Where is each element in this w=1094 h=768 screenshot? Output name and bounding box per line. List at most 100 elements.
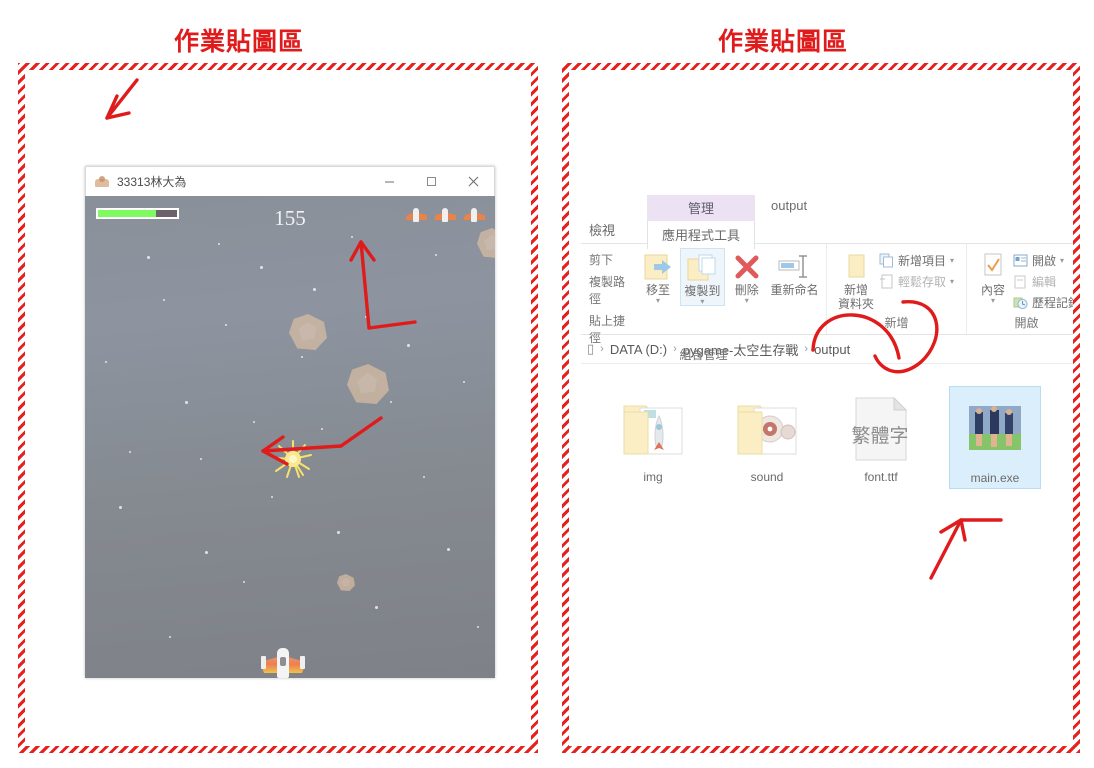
chevron-down-icon[interactable]: ▾ bbox=[950, 277, 954, 285]
life-ship-icon bbox=[434, 208, 456, 222]
star bbox=[205, 551, 208, 554]
copy-to-button[interactable]: 複製到 ▾ bbox=[680, 248, 725, 306]
easy-access-button[interactable]: 輕鬆存取 ▾ bbox=[879, 273, 954, 290]
star bbox=[243, 581, 245, 583]
file-name: font.ttf bbox=[864, 470, 898, 484]
open-label: 開啟 bbox=[1031, 254, 1056, 268]
ribbon-group-new: 新增 資料夾 新增項目 ▾ 輕鬆存取 ▾ 新增 bbox=[827, 244, 967, 334]
file-item-main-exe[interactable]: main.exe bbox=[949, 386, 1041, 489]
file-list: img sound 繁體字 font.ttf main.exe bbox=[581, 364, 1073, 489]
left-panel-title: 作業貼圖區 bbox=[174, 28, 305, 56]
star bbox=[147, 256, 150, 259]
game-window[interactable]: 33313林大為 155 bbox=[85, 166, 495, 678]
star bbox=[407, 344, 410, 347]
rename-icon bbox=[769, 250, 820, 284]
chevron-down-icon[interactable]: ▾ bbox=[1060, 256, 1064, 264]
chevron-down-icon[interactable]: ▾ bbox=[973, 296, 1013, 304]
open-icon bbox=[1013, 254, 1028, 266]
new-item-button[interactable]: 新增項目 ▾ bbox=[879, 252, 954, 269]
new-folder-icon bbox=[833, 250, 879, 284]
right-panel-title: 作業貼圖區 bbox=[718, 28, 849, 56]
file-item-font[interactable]: 繁體字 font.ttf bbox=[835, 386, 927, 489]
star bbox=[447, 548, 450, 551]
tab-application-tools-group[interactable]: 管理 應用程式工具 bbox=[647, 195, 755, 249]
minimize-icon[interactable] bbox=[368, 168, 410, 196]
arrow-to-window-title bbox=[105, 78, 139, 120]
left-frame-inner: 33313林大為 155 bbox=[25, 70, 531, 746]
close-icon[interactable] bbox=[452, 168, 494, 196]
new-small-buttons: 新增項目 ▾ 輕鬆存取 ▾ bbox=[879, 248, 954, 290]
arrow-to-main-exe bbox=[929, 518, 1003, 580]
move-to-icon bbox=[636, 250, 680, 284]
right-frame-inner: 檢視 管理 應用程式工具 output 剪下 複製路徑 貼上捷徑 移至 ▾ 複製… bbox=[569, 70, 1073, 746]
copy-path-button[interactable]: 複製路徑 bbox=[589, 273, 630, 307]
delete-label: 刪除 bbox=[734, 283, 759, 297]
delete-button[interactable]: 刪除 ▾ bbox=[725, 248, 769, 304]
ribbon-group-organize: 剪下 複製路徑 貼上捷徑 移至 ▾ 複製到 ▾ 刪除 ▾ 重新命名 組合管理 bbox=[581, 244, 827, 362]
open-button[interactable]: 開啟 ▾ bbox=[1013, 252, 1073, 269]
life-ship-icon bbox=[405, 208, 427, 222]
open-buttons-row: 內容 ▾ 開啟 ▾ 編輯 歷程記 bbox=[973, 248, 1073, 311]
file-name: sound bbox=[750, 470, 784, 484]
chevron-down-icon[interactable]: ▾ bbox=[725, 296, 769, 304]
chevron-down-icon[interactable]: ▾ bbox=[681, 297, 724, 305]
star bbox=[185, 401, 188, 404]
font-preview-text: 繁體字 bbox=[851, 425, 908, 447]
edit-button[interactable]: 編輯 bbox=[1013, 273, 1073, 290]
move-to-label: 移至 bbox=[645, 283, 670, 297]
open-small-buttons: 開啟 ▾ 編輯 歷程記 bbox=[1013, 248, 1073, 311]
properties-button[interactable]: 內容 ▾ bbox=[973, 248, 1013, 304]
star bbox=[390, 401, 392, 403]
new-item-label: 新增項目 bbox=[898, 254, 947, 268]
cut-button[interactable]: 剪下 bbox=[589, 251, 630, 268]
star bbox=[375, 606, 378, 609]
star bbox=[129, 451, 131, 453]
explosion-sprite bbox=[273, 439, 313, 479]
tab-manage-header: 管理 bbox=[647, 195, 755, 221]
file-explorer-window[interactable]: 檢視 管理 應用程式工具 output 剪下 複製路徑 貼上捷徑 移至 ▾ 複製… bbox=[581, 195, 1073, 489]
asteroid-sprite bbox=[289, 314, 327, 350]
life-ship-icon bbox=[463, 208, 485, 222]
asteroid-sprite bbox=[477, 228, 495, 258]
player-ship-sprite bbox=[261, 648, 305, 678]
star bbox=[271, 496, 273, 498]
new-item-icon bbox=[879, 253, 893, 268]
tab-view[interactable]: 檢視 bbox=[589, 220, 615, 239]
star bbox=[253, 421, 255, 423]
maximize-icon[interactable] bbox=[410, 168, 452, 196]
new-folder-label-line1: 新增 bbox=[843, 283, 868, 297]
game-canvas[interactable]: 155 bbox=[85, 196, 495, 678]
easy-access-icon bbox=[880, 274, 893, 289]
chevron-down-icon[interactable]: ▾ bbox=[950, 256, 954, 264]
new-folder-button[interactable]: 新增 資料夾 bbox=[833, 248, 879, 312]
star bbox=[218, 243, 220, 245]
organize-buttons-row: 剪下 複製路徑 貼上捷徑 移至 ▾ 複製到 ▾ 刪除 ▾ 重新命名 bbox=[587, 248, 820, 346]
file-name: img bbox=[643, 470, 663, 484]
copy-to-label: 複製到 bbox=[684, 284, 721, 298]
file-name: main.exe bbox=[970, 471, 1020, 485]
history-button[interactable]: 歷程記錄 bbox=[1013, 294, 1073, 311]
star bbox=[463, 381, 465, 383]
edit-icon bbox=[1014, 275, 1026, 288]
organize-group-label: 組合管理 bbox=[679, 348, 728, 362]
delete-x-icon bbox=[725, 250, 769, 284]
open-group-label: 開啟 bbox=[1014, 316, 1039, 330]
new-buttons-row: 新增 資料夾 新增項目 ▾ 輕鬆存取 ▾ bbox=[833, 248, 960, 312]
star bbox=[477, 626, 479, 628]
move-to-button[interactable]: 移至 ▾ bbox=[636, 248, 680, 304]
paste-shortcut-button[interactable]: 貼上捷徑 bbox=[589, 312, 630, 346]
rename-button[interactable]: 重新命名 bbox=[769, 248, 820, 298]
file-item-img[interactable]: img bbox=[607, 386, 699, 489]
assignment-screenshot-page: 作業貼圖區 作業貼圖區 33313林大為 155 檢視 管理 應用程式工具 ou… bbox=[0, 0, 1094, 768]
chevron-down-icon[interactable]: ▾ bbox=[636, 296, 680, 304]
copy-to-icon bbox=[681, 251, 724, 285]
star bbox=[260, 266, 263, 269]
window-controls bbox=[368, 168, 494, 196]
ribbon: 剪下 複製路徑 貼上捷徑 移至 ▾ 複製到 ▾ 刪除 ▾ 重新命名 組合管理 新… bbox=[581, 243, 1073, 362]
file-item-sound[interactable]: sound bbox=[721, 386, 813, 489]
exe-thumbnail-icon bbox=[952, 391, 1038, 469]
star bbox=[225, 324, 227, 326]
clipboard-text-commands: 剪下 複製路徑 貼上捷徑 bbox=[587, 248, 636, 346]
explorer-window-title: output bbox=[771, 198, 808, 213]
properties-icon bbox=[973, 250, 1013, 284]
